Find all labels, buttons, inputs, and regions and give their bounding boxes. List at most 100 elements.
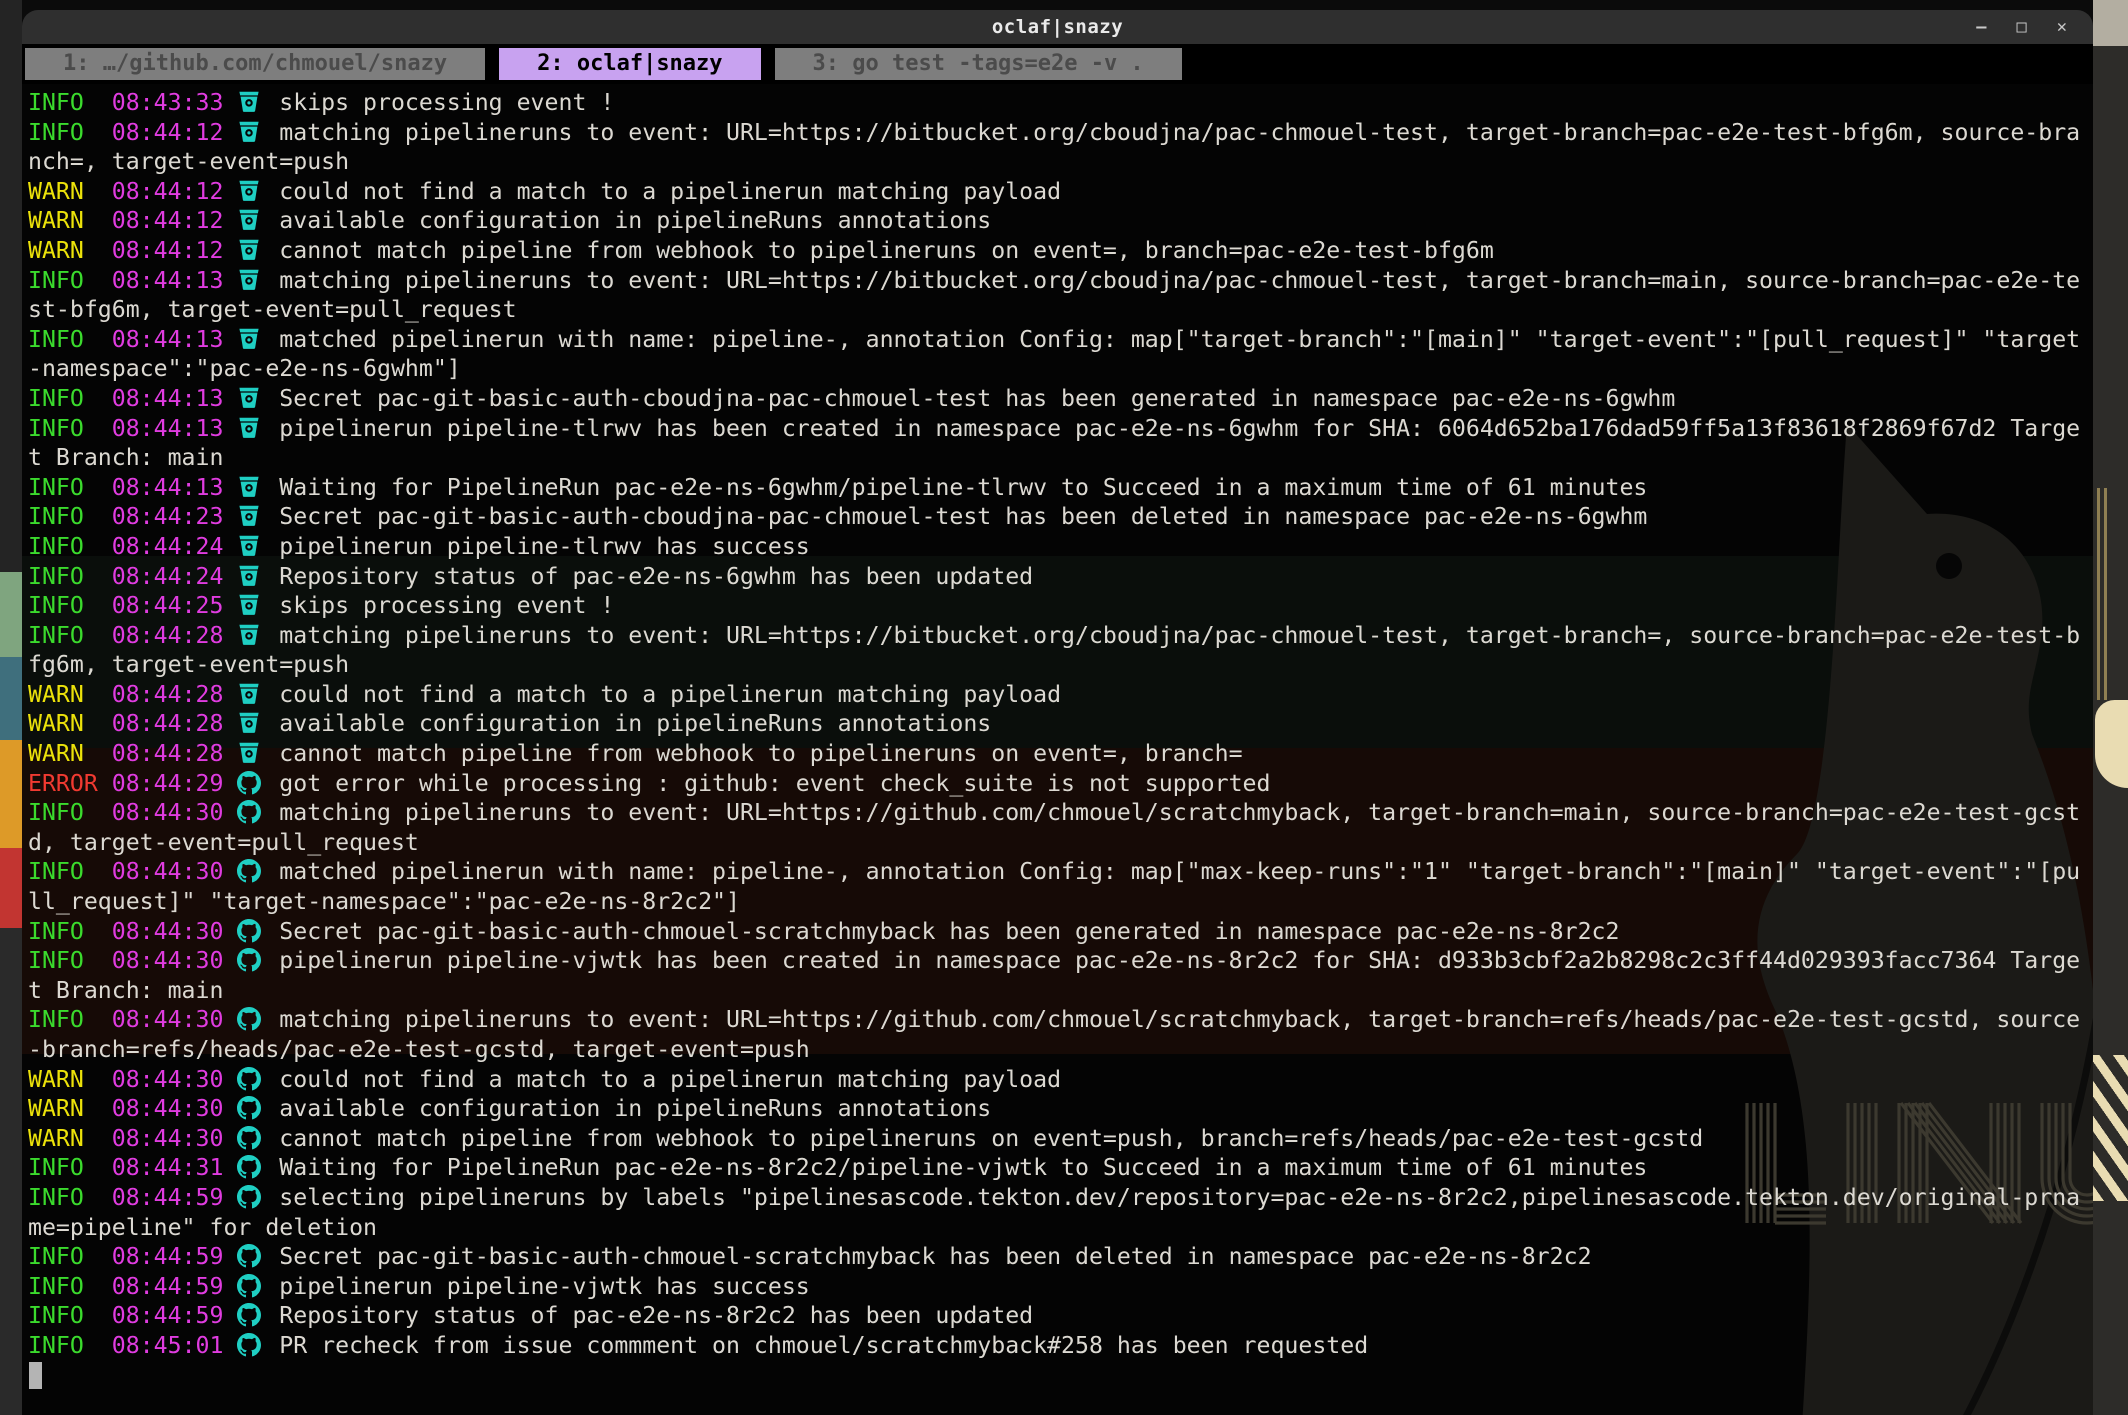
log-timestamp: 08:44:59	[112, 1302, 224, 1329]
log-timestamp: 08:44:30	[112, 1125, 224, 1152]
log-message: matching pipelineruns to event: URL=http…	[28, 799, 2080, 856]
log-message: selecting pipelineruns by labels "pipeli…	[28, 1184, 2080, 1241]
log-level: WARN	[28, 1125, 112, 1152]
terminal-screen[interactable]: INFO 08:43:33 skips processing event !IN…	[22, 84, 2093, 1390]
bitbucket-icon	[237, 386, 265, 410]
log-level: INFO	[28, 89, 112, 116]
bitbucket-icon	[237, 564, 265, 588]
log-timestamp: 08:44:30	[112, 918, 224, 945]
log-level: INFO	[28, 799, 112, 826]
window-title: oclaf|snazy	[992, 16, 1123, 38]
log-line: INFO 08:44:30 matching pipelineruns to e…	[28, 1005, 2093, 1064]
wallpaper-stripe	[0, 657, 22, 740]
minimize-button[interactable]: –	[1976, 10, 1986, 44]
log-line: INFO 08:44:24 Repository status of pac-e…	[28, 562, 2093, 592]
log-line: INFO 08:44:12 matching pipelineruns to e…	[28, 118, 2093, 177]
tab-2[interactable]: 2: oclaf|snazy	[499, 48, 760, 80]
wallpaper-gold-line	[2104, 488, 2107, 700]
log-message: pipelinerun pipeline-vjwtk has been crea…	[28, 947, 2080, 1004]
desktop: oclaf|snazy –□ ✕ 1: …/github.com/chmouel/…	[0, 0, 2128, 1415]
log-timestamp: 08:45:01	[112, 1332, 224, 1359]
log-line: WARN 08:44:30 cannot match pipeline from…	[28, 1124, 2093, 1154]
wallpaper-stripe	[0, 740, 22, 848]
log-timestamp: 08:44:13	[112, 415, 224, 442]
log-level: INFO	[28, 1332, 112, 1359]
log-message: matching pipelineruns to event: URL=http…	[28, 622, 2080, 679]
log-level: INFO	[28, 385, 112, 412]
log-line: INFO 08:43:33 skips processing event !	[28, 88, 2093, 118]
title-bar[interactable]: oclaf|snazy –□ ✕	[22, 10, 2093, 44]
log-line: WARN 08:44:28 could not find a match to …	[28, 680, 2093, 710]
log-line: INFO 08:44:13 matched pipelinerun with n…	[28, 325, 2093, 384]
log-message: Secret pac-git-basic-auth-cboudjna-pac-c…	[279, 503, 1647, 530]
log-line: INFO 08:44:13 pipelinerun pipeline-tlrwv…	[28, 414, 2093, 473]
github-icon	[237, 1126, 265, 1150]
log-level: INFO	[28, 1006, 112, 1033]
log-line: INFO 08:44:30 matched pipelinerun with n…	[28, 857, 2093, 916]
log-timestamp: 08:44:13	[112, 267, 224, 294]
log-message: Repository status of pac-e2e-ns-8r2c2 ha…	[279, 1302, 1033, 1329]
log-level: INFO	[28, 1302, 112, 1329]
log-timestamp: 08:44:29	[112, 770, 224, 797]
log-level: INFO	[28, 1184, 112, 1211]
log-line: INFO 08:44:23 Secret pac-git-basic-auth-…	[28, 502, 2093, 532]
wallpaper-right-band	[2093, 0, 2128, 1415]
tab-1[interactable]: 1: …/github.com/chmouel/snazy	[25, 48, 485, 80]
github-icon	[237, 1155, 265, 1179]
log-level: INFO	[28, 119, 112, 146]
tab-3[interactable]: 3: go test -tags=e2e -v .	[775, 48, 1182, 80]
bitbucket-icon	[237, 327, 265, 351]
log-line: INFO 08:44:24 pipelinerun pipeline-tlrwv…	[28, 532, 2093, 562]
log-timestamp: 08:44:25	[112, 592, 224, 619]
log-line: WARN 08:44:12 could not find a match to …	[28, 177, 2093, 207]
log-line: WARN 08:44:30 could not find a match to …	[28, 1065, 2093, 1095]
log-message: available configuration in pipelineRuns …	[279, 1095, 991, 1122]
log-message: cannot match pipeline from webhook to pi…	[279, 237, 1494, 264]
terminal-window: oclaf|snazy –□ ✕ 1: …/github.com/chmouel/…	[22, 10, 2093, 1415]
log-level: INFO	[28, 947, 112, 974]
log-timestamp: 08:44:30	[112, 858, 224, 885]
wallpaper-left-stripes	[0, 0, 22, 1415]
log-level: INFO	[28, 474, 112, 501]
log-line: INFO 08:44:13 matching pipelineruns to e…	[28, 266, 2093, 325]
log-timestamp: 08:43:33	[112, 89, 224, 116]
github-icon	[237, 859, 265, 883]
bitbucket-icon	[237, 593, 265, 617]
log-level: WARN	[28, 207, 112, 234]
github-icon	[237, 1274, 265, 1298]
log-timestamp: 08:44:28	[112, 681, 224, 708]
log-message: Secret pac-git-basic-auth-chmouel-scratc…	[279, 1243, 1591, 1270]
bitbucket-icon	[237, 208, 265, 232]
log-line: INFO 08:44:25 skips processing event !	[28, 591, 2093, 621]
log-timestamp: 08:44:28	[112, 710, 224, 737]
log-timestamp: 08:44:30	[112, 1095, 224, 1122]
bitbucket-icon	[237, 504, 265, 528]
log-timestamp: 08:44:12	[112, 207, 224, 234]
log-message: pipelinerun pipeline-vjwtk has success	[279, 1273, 809, 1300]
log-level: WARN	[28, 1095, 112, 1122]
wallpaper-stripe	[0, 928, 22, 1415]
log-message: skips processing event !	[279, 89, 614, 116]
log-timestamp: 08:44:24	[112, 533, 224, 560]
wallpaper-stripe	[0, 0, 22, 572]
github-icon	[237, 919, 265, 943]
log-timestamp: 08:44:24	[112, 563, 224, 590]
log-line: INFO 08:44:13 Secret pac-git-basic-auth-…	[28, 384, 2093, 414]
github-icon	[237, 948, 265, 972]
close-button[interactable]: ✕	[2057, 10, 2067, 44]
log-message: available configuration in pipelineRuns …	[279, 207, 991, 234]
log-timestamp: 08:44:12	[112, 237, 224, 264]
log-level: INFO	[28, 267, 112, 294]
log-message: cannot match pipeline from webhook to pi…	[279, 1125, 1703, 1152]
wallpaper-stripe	[0, 572, 22, 657]
log-level: WARN	[28, 1066, 112, 1093]
log-level: INFO	[28, 622, 112, 649]
log-message: pipelinerun pipeline-tlrwv has success	[279, 533, 809, 560]
github-icon	[237, 1067, 265, 1091]
log-timestamp: 08:44:59	[112, 1243, 224, 1270]
log-level: INFO	[28, 1243, 112, 1270]
log-level: WARN	[28, 178, 112, 205]
log-message: cannot match pipeline from webhook to pi…	[279, 740, 1242, 767]
tmux-tab-bar: 1: …/github.com/chmouel/snazy 2: oclaf|sn…	[22, 44, 2093, 84]
maximize-button[interactable]: □	[2017, 10, 2027, 44]
